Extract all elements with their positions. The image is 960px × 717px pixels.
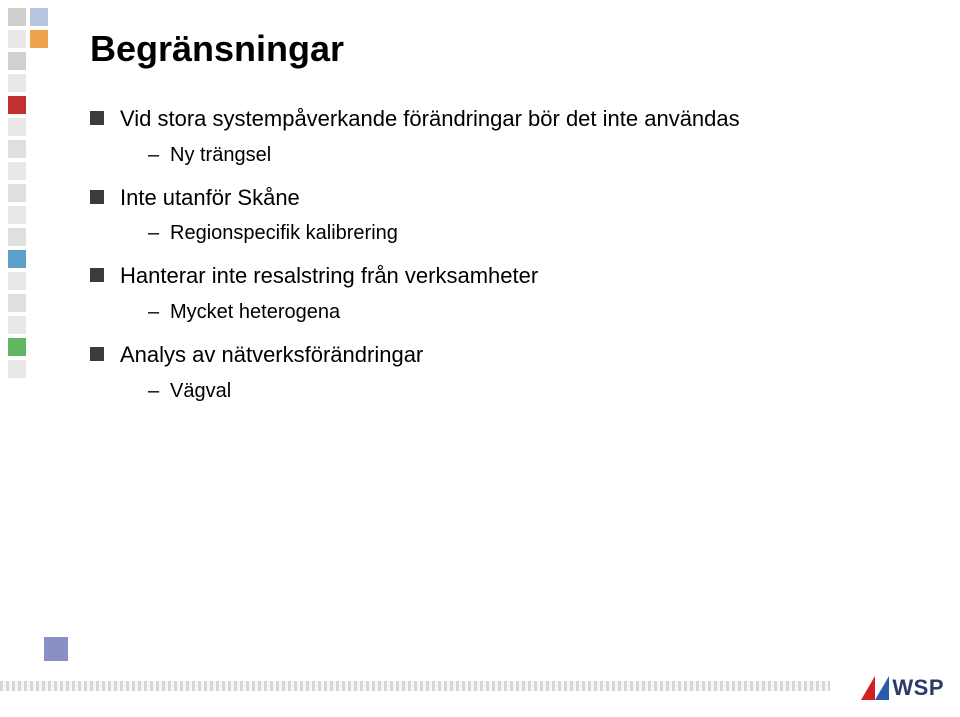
bullet-item: Analys av nätverksförändringar Vägval [90, 340, 920, 405]
sub-bullet-item: Mycket heterogena [148, 299, 920, 326]
wsp-logo: WSP [861, 675, 944, 701]
bullet-text: Hanterar inte resalstring från verksamhe… [120, 263, 538, 288]
decor-square [8, 162, 26, 180]
decor-square [8, 250, 26, 268]
decor-square [30, 30, 48, 48]
sub-bullet-item: Regionspecifik kalibrering [148, 220, 920, 247]
bottom-bar: WSP [0, 673, 960, 701]
sub-list: Vägval [148, 378, 920, 405]
wsp-logo-mark [861, 676, 889, 700]
decor-square [8, 360, 26, 378]
decor-square [30, 8, 48, 26]
bullet-text: Vid stora systempåverkande förändringar … [120, 106, 740, 131]
decor-square [8, 316, 26, 334]
accent-square [44, 637, 68, 661]
decor-square [8, 118, 26, 136]
bullet-list: Vid stora systempåverkande förändringar … [90, 104, 920, 405]
bottom-stripe [0, 681, 830, 691]
decor-square [8, 184, 26, 202]
decor-square [8, 52, 26, 70]
bullet-item: Vid stora systempåverkande förändringar … [90, 104, 920, 169]
bullet-item: Inte utanför Skåne Regionspecifik kalibre… [90, 183, 920, 248]
decor-square [8, 8, 26, 26]
sub-bullet-item: Vägval [148, 378, 920, 405]
bullet-item: Hanterar inte resalstring från verksamhe… [90, 261, 920, 326]
left-decor-column [0, 0, 48, 717]
decor-square [8, 96, 26, 114]
content-area: Begränsningar Vid stora systempåverkande… [90, 28, 920, 419]
decor-square [8, 272, 26, 290]
bullet-text: Analys av nätverksförändringar [120, 342, 423, 367]
sub-list: Mycket heterogena [148, 299, 920, 326]
decor-square [8, 140, 26, 158]
decor-square [8, 294, 26, 312]
decor-square [8, 228, 26, 246]
slide: Begränsningar Vid stora systempåverkande… [0, 0, 960, 717]
sub-bullet-item: Ny trängsel [148, 142, 920, 169]
sub-list: Regionspecifik kalibrering [148, 220, 920, 247]
decor-square [8, 74, 26, 92]
decor-square [8, 338, 26, 356]
sub-list: Ny trängsel [148, 142, 920, 169]
wsp-logo-text: WSP [892, 675, 944, 701]
decor-square [8, 30, 26, 48]
page-title: Begränsningar [90, 28, 920, 70]
decor-square [8, 206, 26, 224]
bullet-text: Inte utanför Skåne [120, 185, 300, 210]
